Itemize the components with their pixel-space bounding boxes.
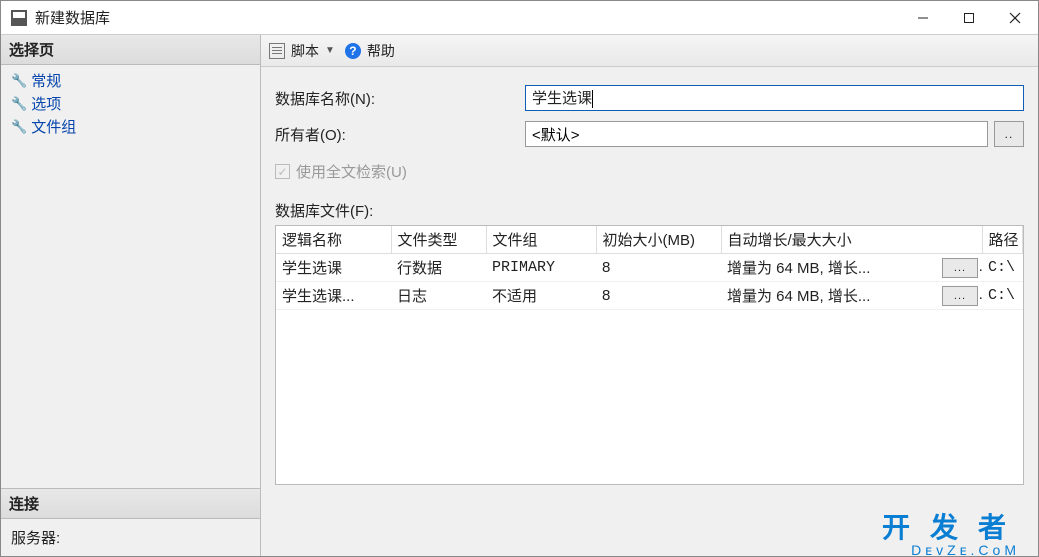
owner-label: 所有者(O): — [275, 124, 525, 145]
help-button[interactable]: 帮助 — [367, 41, 395, 61]
window-buttons — [900, 1, 1038, 34]
body: 选择页 🔧 常规 🔧 选项 🔧 文件组 连接 服务器: — [1, 35, 1038, 556]
minimize-button[interactable] — [900, 1, 946, 34]
owner-row: 所有者(O): .. — [275, 121, 1024, 147]
fulltext-row: ✓ 使用全文检索(U) — [275, 161, 1024, 182]
db-name-label: 数据库名称(N): — [275, 88, 525, 109]
owner-input[interactable] — [525, 121, 988, 147]
col-filegroup[interactable]: 文件组 — [486, 226, 596, 254]
table-row[interactable]: 学生选课... 日志 不适用 8 增量为 64 MB, 增长... ... C:… — [276, 282, 1023, 310]
connection-panel: 连接 服务器: — [1, 488, 260, 556]
sidebar: 选择页 🔧 常规 🔧 选项 🔧 文件组 连接 服务器: — [1, 35, 261, 556]
sidebar-item-options[interactable]: 🔧 选项 — [1, 92, 260, 115]
autogrowth-button[interactable]: ... — [942, 258, 978, 278]
files-grid[interactable]: 逻辑名称 文件类型 文件组 初始大小(MB) 自动增长/最大大小 路径 学生选课 — [275, 225, 1024, 485]
main: 脚本 ▼ ? 帮助 数据库名称(N): 学生选课 所有者(O): .. — [261, 35, 1038, 556]
col-file-type[interactable]: 文件类型 — [391, 226, 486, 254]
chevron-down-icon[interactable]: ▼ — [325, 45, 335, 56]
sidebar-item-general[interactable]: 🔧 常规 — [1, 69, 260, 92]
col-path[interactable]: 路径 — [982, 226, 1022, 254]
db-name-row: 数据库名称(N): 学生选课 — [275, 85, 1024, 111]
maximize-button[interactable] — [946, 1, 992, 34]
script-button[interactable]: 脚本 — [291, 41, 319, 61]
script-icon — [269, 43, 285, 59]
window: 新建数据库 选择页 🔧 常规 🔧 选项 — [0, 0, 1039, 557]
col-initial-size[interactable]: 初始大小(MB) — [596, 226, 721, 254]
sidebar-item-label: 常规 — [31, 70, 61, 91]
table-row[interactable]: 学生选课 行数据 PRIMARY 8 增量为 64 MB, 增长... ... … — [276, 254, 1023, 282]
grid-header-row: 逻辑名称 文件类型 文件组 初始大小(MB) 自动增长/最大大小 路径 — [276, 226, 1023, 254]
wrench-icon: 🔧 — [11, 96, 27, 112]
window-title: 新建数据库 — [35, 7, 900, 28]
close-button[interactable] — [992, 1, 1038, 34]
help-icon: ? — [345, 43, 361, 59]
owner-browse-button[interactable]: .. — [994, 121, 1024, 147]
text-cursor — [592, 90, 593, 108]
sidebar-list: 🔧 常规 🔧 选项 🔧 文件组 — [1, 65, 260, 142]
fulltext-checkbox: ✓ — [275, 164, 290, 179]
database-icon — [11, 10, 27, 26]
wrench-icon: 🔧 — [11, 119, 27, 135]
files-label: 数据库文件(F): — [275, 200, 1024, 221]
select-page-header: 选择页 — [1, 35, 260, 65]
col-logical-name[interactable]: 逻辑名称 — [276, 226, 391, 254]
sidebar-item-label: 选项 — [31, 93, 61, 114]
sidebar-item-label: 文件组 — [31, 116, 76, 137]
server-label: 服务器: — [1, 519, 260, 556]
col-autogrowth[interactable]: 自动增长/最大大小 — [721, 226, 982, 254]
autogrowth-button[interactable]: ... — [942, 286, 978, 306]
db-name-input[interactable]: 学生选课 — [525, 85, 1024, 111]
content: 数据库名称(N): 学生选课 所有者(O): .. ✓ 使用全文检索(U) 数据… — [261, 67, 1038, 556]
toolbar: 脚本 ▼ ? 帮助 — [261, 35, 1038, 67]
wrench-icon: 🔧 — [11, 73, 27, 89]
titlebar: 新建数据库 — [1, 1, 1038, 35]
fulltext-label: 使用全文检索(U) — [296, 161, 407, 182]
sidebar-item-filegroups[interactable]: 🔧 文件组 — [1, 115, 260, 138]
connection-header: 连接 — [1, 489, 260, 519]
